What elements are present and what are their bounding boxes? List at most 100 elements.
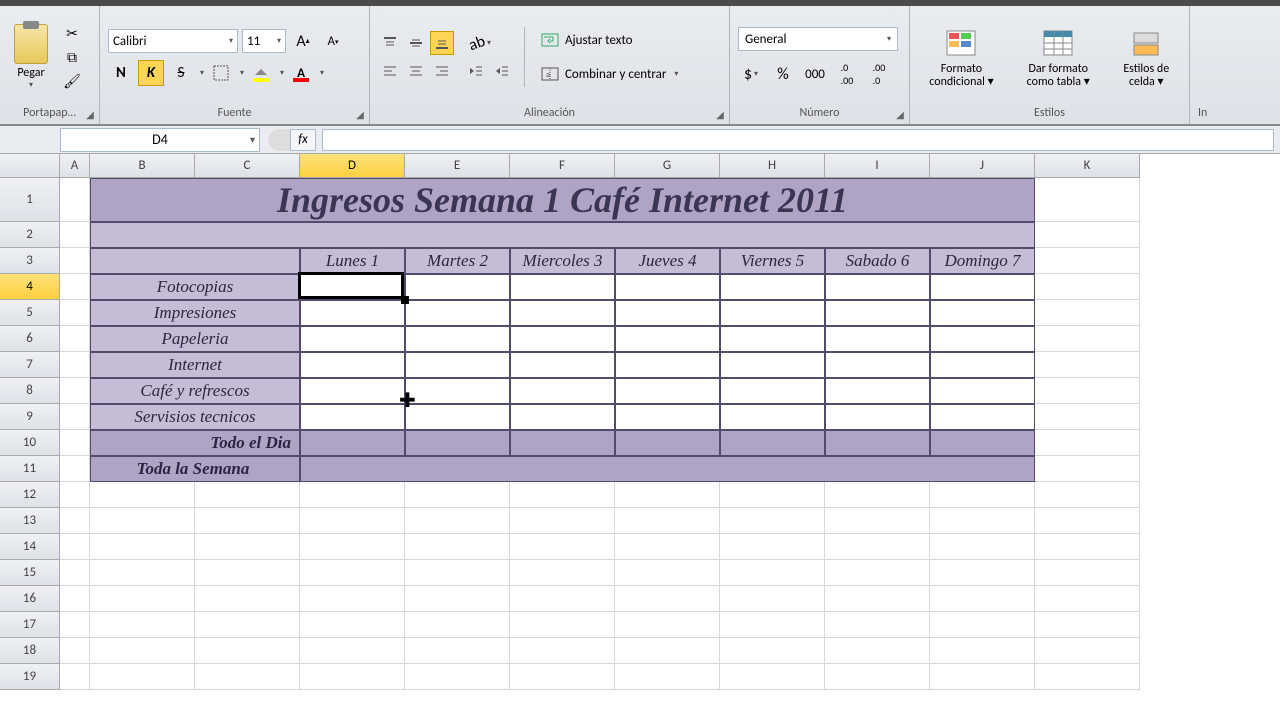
format-as-table-button[interactable]: Dar formato como tabla ▾: [1009, 25, 1108, 89]
data-cell[interactable]: [825, 352, 930, 378]
category-label[interactable]: Impresiones: [90, 300, 300, 326]
row-header-18[interactable]: 18: [0, 638, 60, 664]
day-header[interactable]: Jueves 4: [615, 248, 720, 274]
data-cell[interactable]: [825, 326, 930, 352]
font-size-select[interactable]: 11▾: [242, 29, 286, 53]
fx-button[interactable]: fx: [290, 129, 316, 151]
data-cell[interactable]: [930, 274, 1035, 300]
number-format-select[interactable]: General▾: [738, 27, 898, 51]
cut-icon[interactable]: ✂: [62, 23, 82, 43]
day-header[interactable]: Viernes 5: [720, 248, 825, 274]
italic-button[interactable]: K: [138, 60, 164, 86]
align-top-button[interactable]: [378, 31, 402, 55]
name-box[interactable]: D4 ▾: [60, 128, 260, 152]
align-bottom-button[interactable]: [430, 31, 454, 55]
data-cell[interactable]: [300, 352, 405, 378]
data-cell[interactable]: [930, 326, 1035, 352]
data-cell[interactable]: [825, 300, 930, 326]
data-cell[interactable]: [510, 378, 615, 404]
strike-button[interactable]: S: [168, 60, 194, 86]
data-cell[interactable]: [510, 352, 615, 378]
borders-button[interactable]: [208, 60, 234, 86]
data-cell[interactable]: [615, 274, 720, 300]
currency-button[interactable]: $▾: [738, 61, 764, 87]
data-cell[interactable]: [720, 274, 825, 300]
day-header[interactable]: Martes 2: [405, 248, 510, 274]
data-cell[interactable]: [720, 326, 825, 352]
orientation-button[interactable]: ab▾: [464, 31, 496, 55]
data-cell[interactable]: [930, 300, 1035, 326]
data-cell[interactable]: [510, 404, 615, 430]
column-header-G[interactable]: G: [615, 154, 720, 178]
data-cell[interactable]: [615, 404, 720, 430]
row-header-16[interactable]: 16: [0, 586, 60, 612]
alignment-dialog-launcher[interactable]: ◢: [713, 108, 727, 122]
day-header[interactable]: Domingo 7: [930, 248, 1035, 274]
align-middle-button[interactable]: [404, 31, 428, 55]
category-label[interactable]: Café y refrescos: [90, 378, 300, 404]
data-cell[interactable]: [405, 274, 510, 300]
column-header-D[interactable]: D: [300, 154, 405, 178]
data-cell[interactable]: [720, 352, 825, 378]
column-header-F[interactable]: F: [510, 154, 615, 178]
font-dialog-launcher[interactable]: ◢: [353, 108, 367, 122]
data-cell[interactable]: [510, 274, 615, 300]
row-header-12[interactable]: 12: [0, 482, 60, 508]
row-header-6[interactable]: 6: [0, 326, 60, 352]
column-header-B[interactable]: B: [90, 154, 195, 178]
day-header[interactable]: Miercoles 3: [510, 248, 615, 274]
column-header-A[interactable]: A: [60, 154, 90, 178]
data-cell[interactable]: [405, 352, 510, 378]
bold-button[interactable]: N: [108, 60, 134, 86]
formula-input[interactable]: [322, 129, 1274, 151]
data-cell[interactable]: [720, 300, 825, 326]
data-cell[interactable]: [405, 326, 510, 352]
row-header-17[interactable]: 17: [0, 612, 60, 638]
sheet-title[interactable]: Ingresos Semana 1 Café Internet 2011: [90, 178, 1035, 222]
data-cell[interactable]: [615, 300, 720, 326]
category-label[interactable]: Internet: [90, 352, 300, 378]
grow-font-button[interactable]: A▴: [290, 28, 316, 54]
data-cell[interactable]: [615, 326, 720, 352]
category-label[interactable]: Fotocopias: [90, 274, 300, 300]
row-header-4[interactable]: 4: [0, 274, 60, 300]
data-cell[interactable]: [300, 300, 405, 326]
row-header-14[interactable]: 14: [0, 534, 60, 560]
copy-icon[interactable]: ⧉: [62, 47, 82, 67]
data-cell[interactable]: [615, 352, 720, 378]
row-header-10[interactable]: 10: [0, 430, 60, 456]
row-header-9[interactable]: 9: [0, 404, 60, 430]
column-header-C[interactable]: C: [195, 154, 300, 178]
percent-button[interactable]: %: [770, 61, 796, 87]
fill-color-button[interactable]: [248, 60, 274, 86]
number-dialog-launcher[interactable]: ◢: [893, 108, 907, 122]
row-header-11[interactable]: 11: [0, 456, 60, 482]
row-header-3[interactable]: 3: [0, 248, 60, 274]
data-cell[interactable]: [405, 404, 510, 430]
align-right-button[interactable]: [430, 59, 454, 83]
thousands-button[interactable]: 000: [802, 61, 828, 87]
cell-styles-button[interactable]: Estilos de celda ▾: [1112, 25, 1182, 89]
row-header-15[interactable]: 15: [0, 560, 60, 586]
day-header[interactable]: Sabado 6: [825, 248, 930, 274]
day-header[interactable]: Lunes 1: [300, 248, 405, 274]
row-header-8[interactable]: 8: [0, 378, 60, 404]
increase-decimal-button[interactable]: .0.00: [834, 61, 860, 87]
data-cell[interactable]: [405, 378, 510, 404]
font-color-button[interactable]: A: [288, 60, 314, 86]
data-cell[interactable]: [300, 404, 405, 430]
todo-dia-label[interactable]: Todo el Dia: [90, 430, 300, 456]
row-header-19[interactable]: 19: [0, 664, 60, 690]
data-cell[interactable]: [930, 404, 1035, 430]
data-cell[interactable]: [300, 378, 405, 404]
data-cell[interactable]: [825, 378, 930, 404]
column-header-I[interactable]: I: [825, 154, 930, 178]
data-cell[interactable]: [405, 300, 510, 326]
data-cell[interactable]: [930, 352, 1035, 378]
increase-indent-button[interactable]: [490, 59, 514, 83]
row-header-7[interactable]: 7: [0, 352, 60, 378]
data-cell[interactable]: [720, 378, 825, 404]
align-left-button[interactable]: [378, 59, 402, 83]
row-header-1[interactable]: 1: [0, 178, 60, 222]
data-cell[interactable]: [720, 404, 825, 430]
